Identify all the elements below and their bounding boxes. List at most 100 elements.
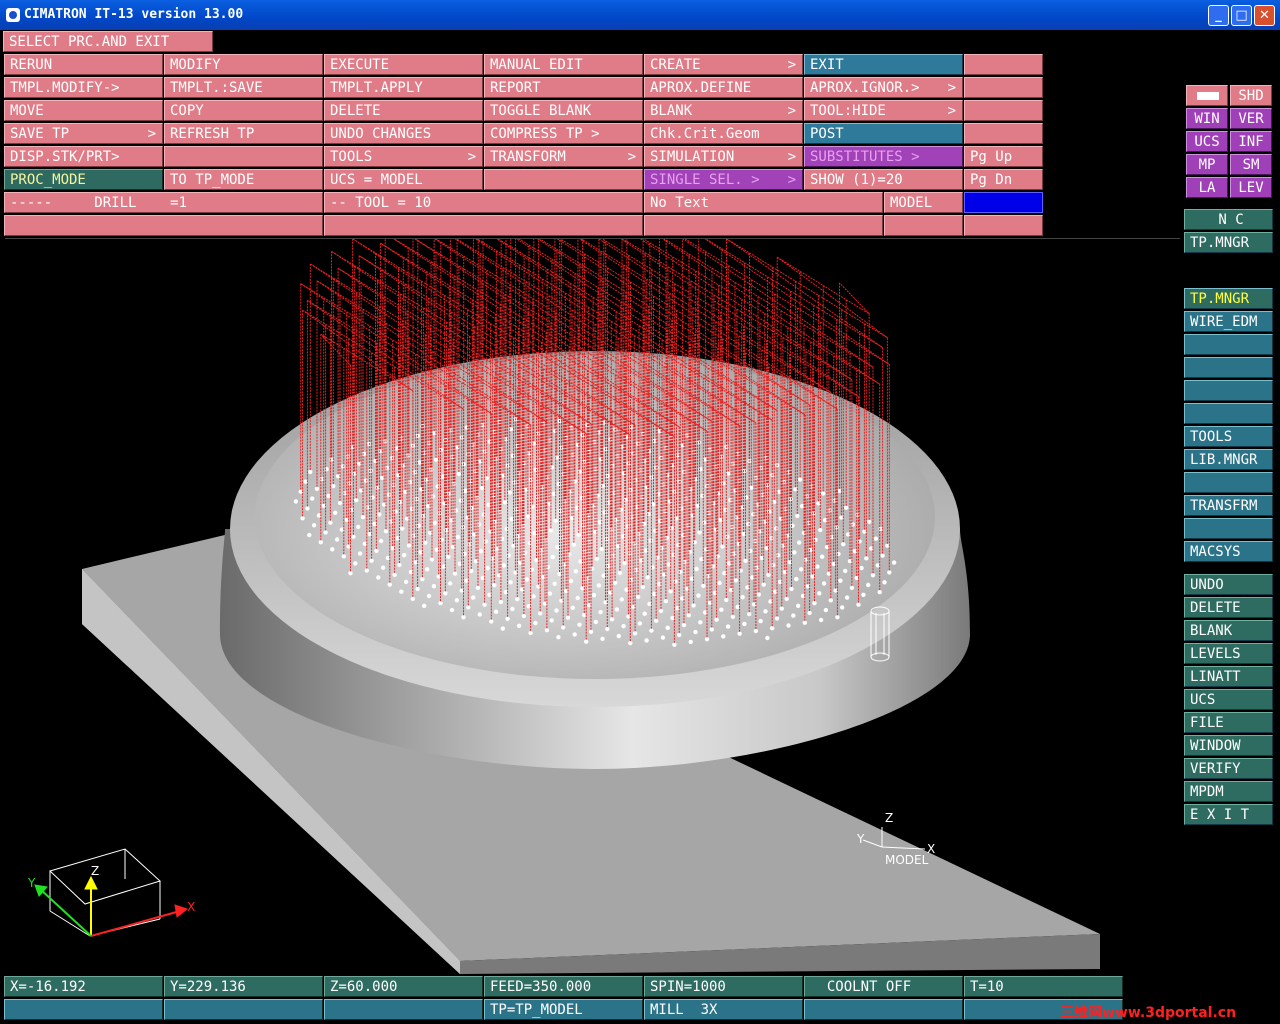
menu-tmpl-modify[interactable]: TMPL.MODIFY-> bbox=[4, 77, 163, 98]
menu-rerun[interactable]: RERUN bbox=[4, 54, 163, 75]
side-tp-mngr[interactable]: TP.MNGR bbox=[1184, 232, 1273, 253]
menu-proc-mode[interactable]: PROC_MODE bbox=[4, 169, 163, 190]
side-e-x-i-t[interactable]: E X I T bbox=[1184, 804, 1273, 825]
menu-undo-changes[interactable]: UNDO CHANGES bbox=[324, 123, 483, 144]
drill-point bbox=[651, 501, 656, 507]
drill-point bbox=[311, 523, 317, 528]
menu-exit[interactable]: EXIT bbox=[804, 54, 963, 75]
side-transfrm[interactable]: TRANSFRM bbox=[1184, 495, 1273, 516]
menu-ucs-model[interactable]: UCS = MODEL bbox=[324, 169, 483, 190]
maximize-button[interactable]: □ bbox=[1231, 5, 1252, 26]
menu-refresh-tp[interactable]: REFRESH TP bbox=[164, 123, 323, 144]
drill-point bbox=[791, 613, 796, 618]
display-sm-button[interactable]: SM bbox=[1230, 154, 1272, 175]
drill-point bbox=[552, 581, 557, 586]
menu-chk-crit-geom[interactable]: Chk.Crit.Geom bbox=[644, 123, 803, 144]
drill-point bbox=[363, 478, 369, 483]
drill-point bbox=[538, 611, 543, 616]
drill-point bbox=[743, 558, 748, 563]
menu-disp-stk-prt[interactable]: DISP.STK/PRT> bbox=[4, 146, 163, 167]
display-shd-button[interactable]: SHD bbox=[1230, 85, 1272, 106]
drill-point bbox=[704, 637, 710, 642]
menu-single-sel[interactable]: SINGLE SEL. > > bbox=[644, 169, 803, 190]
menu-create[interactable]: CREATE > bbox=[644, 54, 803, 75]
drill-point bbox=[429, 557, 435, 562]
menu-blank[interactable]: BLANK > bbox=[644, 100, 803, 121]
menu-delete[interactable]: DELETE bbox=[324, 100, 483, 121]
side-mpdm[interactable]: MPDM bbox=[1184, 781, 1273, 802]
drill-point bbox=[476, 522, 482, 527]
menu-post[interactable]: POST bbox=[804, 123, 963, 144]
display-inf-button[interactable]: INF bbox=[1230, 131, 1272, 152]
menu-transform[interactable]: TRANSFORM > bbox=[484, 146, 643, 167]
side-lib-mngr[interactable]: LIB.MNGR bbox=[1184, 449, 1273, 470]
drill-point bbox=[795, 603, 801, 608]
side-delete[interactable]: DELETE bbox=[1184, 597, 1273, 618]
side-ucs[interactable]: UCS bbox=[1184, 689, 1273, 710]
menu-to-tp-mode[interactable]: TO TP_MODE bbox=[164, 169, 323, 190]
drill-point bbox=[524, 577, 530, 582]
menu-execute[interactable]: EXECUTE bbox=[324, 54, 483, 75]
display-win-button[interactable]: WIN bbox=[1186, 108, 1228, 129]
menu-tmplt-apply[interactable]: TMPLT.APPLY bbox=[324, 77, 483, 98]
side-levels[interactable]: LEVELS bbox=[1184, 643, 1273, 664]
menu-simulation[interactable]: SIMULATION > bbox=[644, 146, 803, 167]
side-linatt[interactable]: LINATT bbox=[1184, 666, 1273, 687]
drill-point bbox=[794, 576, 799, 582]
drill-point bbox=[761, 582, 766, 587]
display-swatch-button[interactable] bbox=[1186, 85, 1228, 106]
menu-pg-dn[interactable]: Pg Dn bbox=[964, 169, 1043, 190]
drill-point bbox=[683, 496, 689, 501]
side-undo[interactable]: UNDO bbox=[1184, 574, 1273, 595]
side-verify[interactable]: VERIFY bbox=[1184, 758, 1273, 779]
minimize-button[interactable]: _ bbox=[1208, 5, 1229, 26]
display-ver-button[interactable]: VER bbox=[1230, 108, 1272, 129]
side-tp-mngr[interactable]: TP.MNGR bbox=[1184, 288, 1273, 309]
side-blank[interactable]: BLANK bbox=[1184, 620, 1273, 641]
text-label: No Text bbox=[644, 192, 883, 213]
graphics-viewport[interactable]: Z X Y MODEL Z X Y bbox=[5, 210, 1180, 974]
drill-point bbox=[721, 481, 726, 486]
menu-compress-tp[interactable]: COMPRESS TP > bbox=[484, 123, 643, 144]
side-wire-edm[interactable]: WIRE_EDM bbox=[1184, 311, 1273, 332]
menu-report[interactable]: REPORT bbox=[484, 77, 643, 98]
menu-toggle-blank[interactable]: TOGGLE BLANK bbox=[484, 100, 643, 121]
menu-pg-up[interactable]: Pg Up bbox=[964, 146, 1043, 167]
drill-point bbox=[455, 534, 461, 540]
side-file[interactable]: FILE bbox=[1184, 712, 1273, 733]
menu-substitutes[interactable]: SUBSTITUTES > bbox=[804, 146, 963, 167]
side-n-c[interactable]: N C bbox=[1184, 209, 1273, 230]
drill-point bbox=[772, 499, 777, 504]
drill-point bbox=[481, 512, 486, 517]
menu-save-tp[interactable]: SAVE TP > bbox=[4, 123, 163, 144]
display-lev-button[interactable]: LEV bbox=[1230, 177, 1272, 198]
app-icon[interactable] bbox=[6, 8, 20, 22]
drill-point bbox=[811, 511, 816, 516]
drill-point bbox=[729, 524, 735, 530]
menu-aprox-ignor[interactable]: APROX.IGNOR.> > bbox=[804, 77, 963, 98]
menu-show-1-20[interactable]: SHOW (1)=20 bbox=[804, 169, 963, 190]
menu-tmplt-save[interactable]: TMPLT.:SAVE bbox=[164, 77, 323, 98]
drill-point bbox=[882, 580, 887, 585]
display-ucs-button[interactable]: UCS bbox=[1186, 131, 1228, 152]
drill-point bbox=[820, 554, 825, 559]
color-swatch[interactable] bbox=[964, 192, 1043, 213]
menu-aprox-define[interactable]: APROX.DEFINE bbox=[644, 77, 803, 98]
menu-label: POST bbox=[810, 126, 844, 142]
close-button[interactable]: ✕ bbox=[1254, 5, 1275, 26]
menu-modify[interactable]: MODIFY bbox=[164, 54, 323, 75]
side-window[interactable]: WINDOW bbox=[1184, 735, 1273, 756]
drill-point bbox=[619, 597, 624, 602]
display-mp-button[interactable]: MP bbox=[1186, 154, 1228, 175]
menu-manual-edit[interactable]: MANUAL EDIT bbox=[484, 54, 643, 75]
menu-copy[interactable]: COPY bbox=[164, 100, 323, 121]
drill-point bbox=[310, 496, 315, 501]
menu-label: EXIT bbox=[810, 57, 844, 73]
display-la-button[interactable]: LA bbox=[1186, 177, 1228, 198]
menu-tool-hide[interactable]: TOOL:HIDE > bbox=[804, 100, 963, 121]
drill-point bbox=[835, 615, 840, 620]
side-macsys[interactable]: MACSYS bbox=[1184, 541, 1273, 562]
menu-move[interactable]: MOVE bbox=[4, 100, 163, 121]
side-tools[interactable]: TOOLS bbox=[1184, 426, 1273, 447]
menu-tools[interactable]: TOOLS > bbox=[324, 146, 483, 167]
